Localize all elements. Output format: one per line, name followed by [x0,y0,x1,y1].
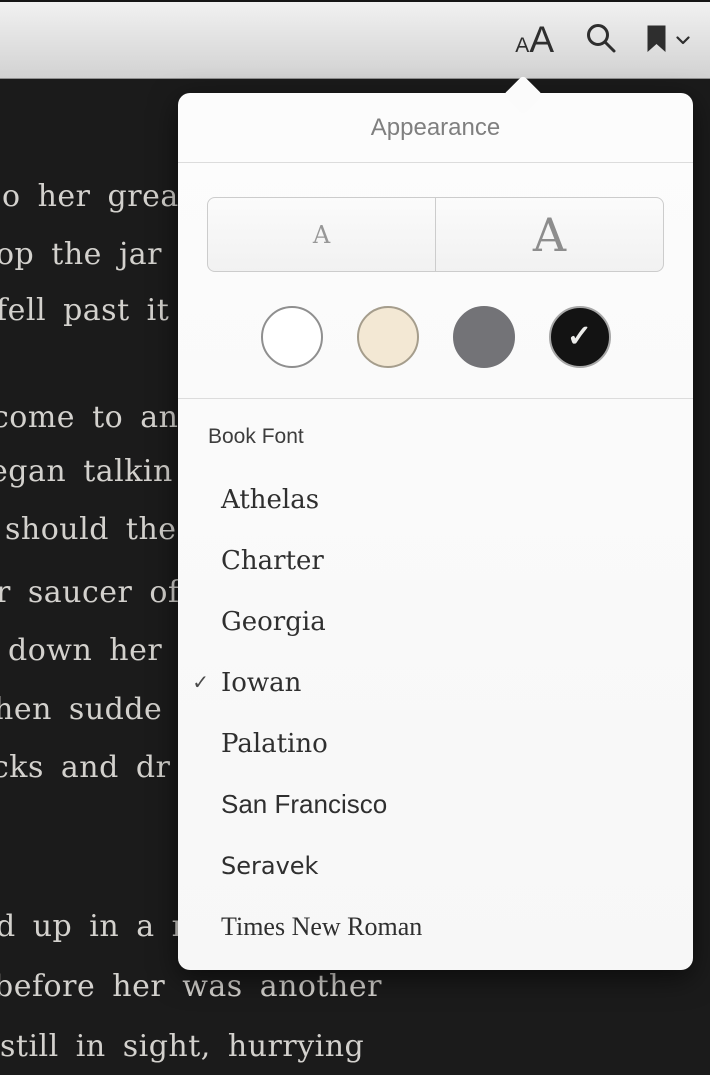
font-option-georgia[interactable]: ✓Georgia [178,591,693,652]
font-option-athelas[interactable]: ✓Athelas [178,469,693,530]
appearance-aa-icon: A [529,19,554,60]
search-icon [586,23,617,57]
font-option-san-francisco[interactable]: ✓San Francisco [178,774,693,835]
theme-swatch-white[interactable] [260,306,323,368]
book-text-line: o her great [2,179,192,214]
font-size-control: A A [207,197,664,272]
book-text-line: hen sudde [0,692,163,727]
font-option-label: San Francisco [221,789,388,819]
theme-swatch-gray[interactable] [452,306,515,368]
font-option-palatino[interactable]: ✓Palatino [178,713,693,774]
theme-swatches: ✓ [178,306,693,368]
font-option-label: Charter [221,545,324,576]
chevron-down-icon [676,33,690,48]
appearance-button[interactable]: AA [515,19,554,61]
font-option-label: Athelas [221,484,320,515]
book-text-line: still in sight, hurrying [0,1029,365,1064]
theme-swatch-night[interactable]: ✓ [548,306,611,368]
book-text-line: op the jar [0,237,162,272]
font-option-seravek[interactable]: ✓Seravek [178,835,693,896]
font-list: ✓Athelas✓Charter✓Georgia✓Iowan✓Palatino✓… [178,469,693,957]
book-font-label: Book Font [208,425,304,448]
popover-header: Appearance [178,93,693,163]
theme-swatch-sepia[interactable] [356,306,419,368]
book-text-line: cks and dr [0,750,171,785]
book-text-line: r saucer of [0,575,180,610]
font-option-iowan[interactable]: ✓ Iowan [178,652,693,713]
font-option-label: Seravek [221,851,319,880]
font-option-label: Palatino [221,728,328,759]
font-option-times-new-roman[interactable]: ✓Times New Roman [178,896,693,957]
decrease-font-size-button[interactable]: A [208,198,435,271]
book-text-line: come to an [0,400,179,435]
search-button[interactable] [586,23,617,57]
appearance-popover: Appearance A A ✓ Book Font ✓Athelas✓Char… [178,75,693,970]
book-text-line: d up in a n [0,909,192,944]
popover-title: Appearance [370,113,501,141]
checkmark-icon: ✓ [566,320,593,353]
checkmark-icon: ✓ [192,672,209,694]
font-option-label: Iowan [221,667,302,698]
book-text-line: should the [5,512,177,547]
increase-font-size-button[interactable]: A [435,198,663,271]
font-option-label: Georgia [221,606,326,637]
book-text-line: before her was another [0,969,382,1004]
book-text-line: fell past it [0,293,170,328]
book-text-line: egan talkin [0,454,173,489]
section-divider [178,398,693,399]
book-text-line: down her [8,633,163,668]
toolbar: AA [0,0,710,79]
bookmark-menu-button[interactable] [647,25,690,56]
font-option-charter[interactable]: ✓Charter [178,530,693,591]
font-option-label: Times New Roman [221,911,423,941]
bookmark-icon [647,25,666,56]
appearance-aa-icon: A [515,34,530,57]
